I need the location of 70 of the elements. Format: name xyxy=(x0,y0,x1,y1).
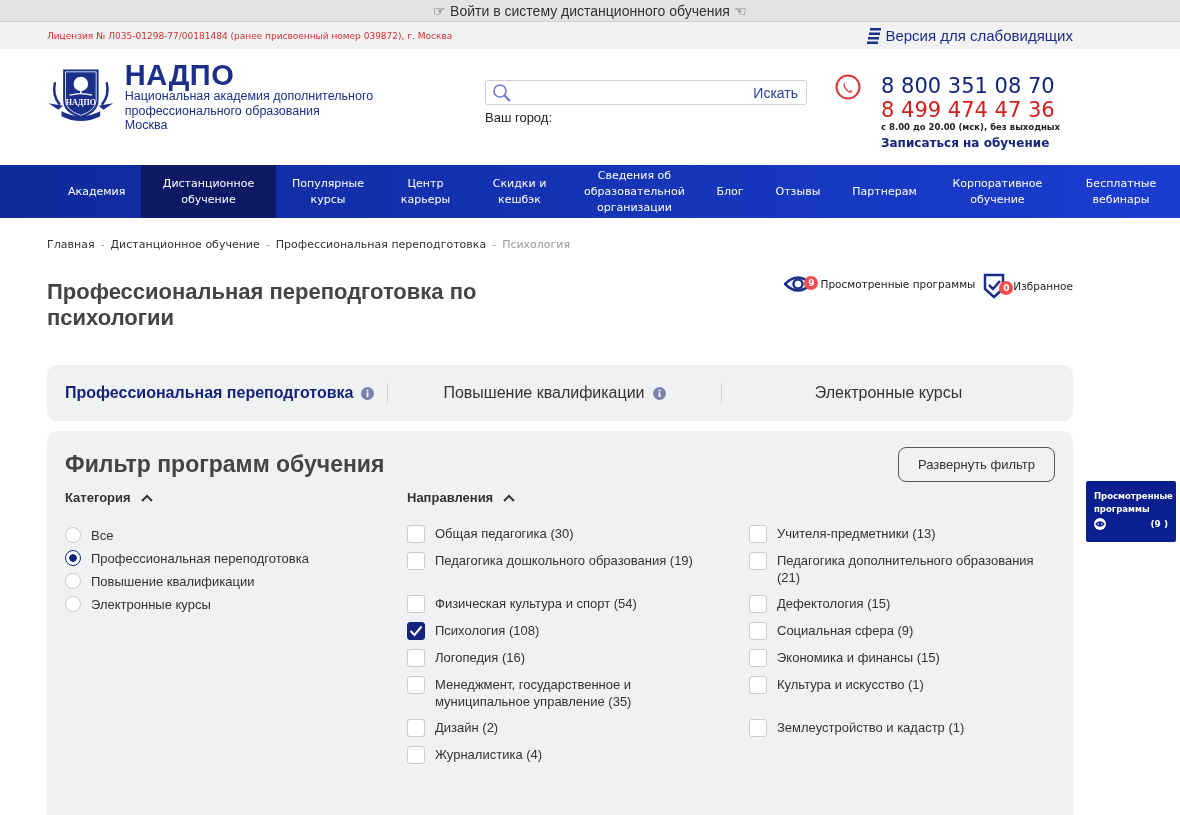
license-text: Лицензия № Л035-01298-77/00181484 (ранее присвоенный номер 039872), г. Москва xyxy=(47,30,453,41)
directions-toggle[interactable]: Направления xyxy=(407,490,516,505)
direction-option[interactable]: Журналистика (4) xyxy=(407,746,749,764)
direction-option[interactable]: Учителя-предметники (13) xyxy=(749,525,1055,543)
viewed-programs-widget[interactable]: Просмотренные программы (9 ) xyxy=(1086,481,1176,542)
accessibility-link[interactable]: Версия для слабовидящих xyxy=(885,27,1073,44)
category-option[interactable]: Профессиональная переподготовка xyxy=(65,550,407,566)
direction-option[interactable]: Физическая культура и спорт (54) xyxy=(407,595,749,613)
info-icon[interactable] xyxy=(361,386,375,400)
city-text: Москва xyxy=(124,118,169,133)
eye-icon xyxy=(1094,518,1106,530)
emblem-text: НАДПО xyxy=(65,97,96,107)
nav-item[interactable]: Центр карьеры xyxy=(380,165,471,218)
breadcrumb-link[interactable]: Профессиональная переподготовка xyxy=(275,238,487,251)
checkbox[interactable] xyxy=(407,622,425,640)
count-badge: 9 xyxy=(804,276,819,290)
search-button[interactable]: Искать xyxy=(745,84,806,101)
nav-item[interactable]: Дистанционное обучение xyxy=(141,165,276,218)
direction-option[interactable]: Психология (108) xyxy=(407,622,749,640)
filter-title: Фильтр программ обучения xyxy=(65,451,385,478)
breadcrumb-separator: - xyxy=(492,238,497,251)
breadcrumb-separator: - xyxy=(100,238,105,251)
viewed-programs-link[interactable]: 9 Просмотренные программы xyxy=(784,273,976,295)
search-field[interactable]: Искать xyxy=(485,80,807,105)
direction-option[interactable]: Общая педагогика (30) xyxy=(407,525,749,543)
direction-option[interactable]: Экономика и финансы (15) xyxy=(749,649,1055,667)
search-icon xyxy=(492,82,512,103)
category-toggle[interactable]: Категория xyxy=(65,490,153,505)
logo-title: НАДПО xyxy=(124,61,236,89)
text-lines-icon xyxy=(867,27,882,44)
nav-item[interactable]: Партнерам xyxy=(836,165,933,218)
direction-option[interactable]: Дизайн (2) xyxy=(407,719,749,737)
direction-option[interactable]: Менеджмент, государственное и муниципальное управление (35) xyxy=(407,676,749,710)
nav-item[interactable]: Сведения об образовательной организации xyxy=(568,165,701,218)
direction-option[interactable]: Землеустройство и кадастр (1) xyxy=(749,719,1055,737)
phone-number[interactable]: 8 499 474 47 36 xyxy=(881,98,1061,122)
nav-item[interactable]: Скидки и кешбэк xyxy=(470,165,569,218)
program-type-tab[interactable]: Профессиональная переподготовка xyxy=(65,384,354,402)
favorites-link[interactable]: 0 Избранное xyxy=(983,273,1073,299)
nav-item[interactable]: Популярные курсы xyxy=(275,165,381,218)
page-title: Профессиональная переподготовка по психологии xyxy=(47,279,478,332)
category-option[interactable]: Все xyxy=(65,527,407,543)
category-option[interactable]: Повышение квалификации xyxy=(65,573,407,589)
nav-item[interactable]: Отзывы xyxy=(759,165,837,218)
nav-item[interactable]: Академия xyxy=(52,165,142,218)
direction-option[interactable]: Педагогика дошкольного образования (19) xyxy=(407,552,749,586)
nav-item[interactable]: Бесплатные вебинары xyxy=(1062,165,1180,218)
category-option[interactable]: Электронные курсы xyxy=(65,596,407,612)
shield-emblem-drawing xyxy=(48,69,114,121)
working-hours: с 8.00 до 20.00 (мск), без выходных xyxy=(881,122,1061,132)
phone-icon xyxy=(835,74,861,100)
breadcrumb-link[interactable]: Главная xyxy=(47,238,95,251)
program-type-tab[interactable]: Электронные курсы xyxy=(814,384,963,402)
breadcrumb-separator: - xyxy=(265,238,270,251)
breadcrumb-link[interactable]: Дистанционное обучение xyxy=(110,238,260,251)
direction-option[interactable]: Педагогика дополнительного образования (21) xyxy=(749,552,1055,586)
city-label: Ваш город: xyxy=(485,110,553,125)
nav-item[interactable]: Корпоративное обучение xyxy=(932,165,1062,218)
program-type-tab[interactable]: Повышение квалификации xyxy=(443,384,645,402)
nav-item[interactable]: Блог xyxy=(700,165,760,218)
signup-link[interactable]: Записаться на обучение xyxy=(881,136,1061,150)
direction-option[interactable]: Логопедия (16) xyxy=(407,649,749,667)
phone-number[interactable]: 8 800 351 08 70 xyxy=(881,74,1061,98)
info-icon[interactable] xyxy=(652,386,666,400)
expand-filter-button[interactable]: Развернуть фильтр xyxy=(898,447,1055,482)
radio-button[interactable] xyxy=(65,550,81,566)
count-badge: 0 xyxy=(999,281,1014,295)
direction-option[interactable]: Культура и искусство (1) xyxy=(749,676,1055,710)
direction-option[interactable]: Дефектология (15) xyxy=(749,595,1055,613)
direction-option[interactable]: Социальная сфера (9) xyxy=(749,622,1055,640)
